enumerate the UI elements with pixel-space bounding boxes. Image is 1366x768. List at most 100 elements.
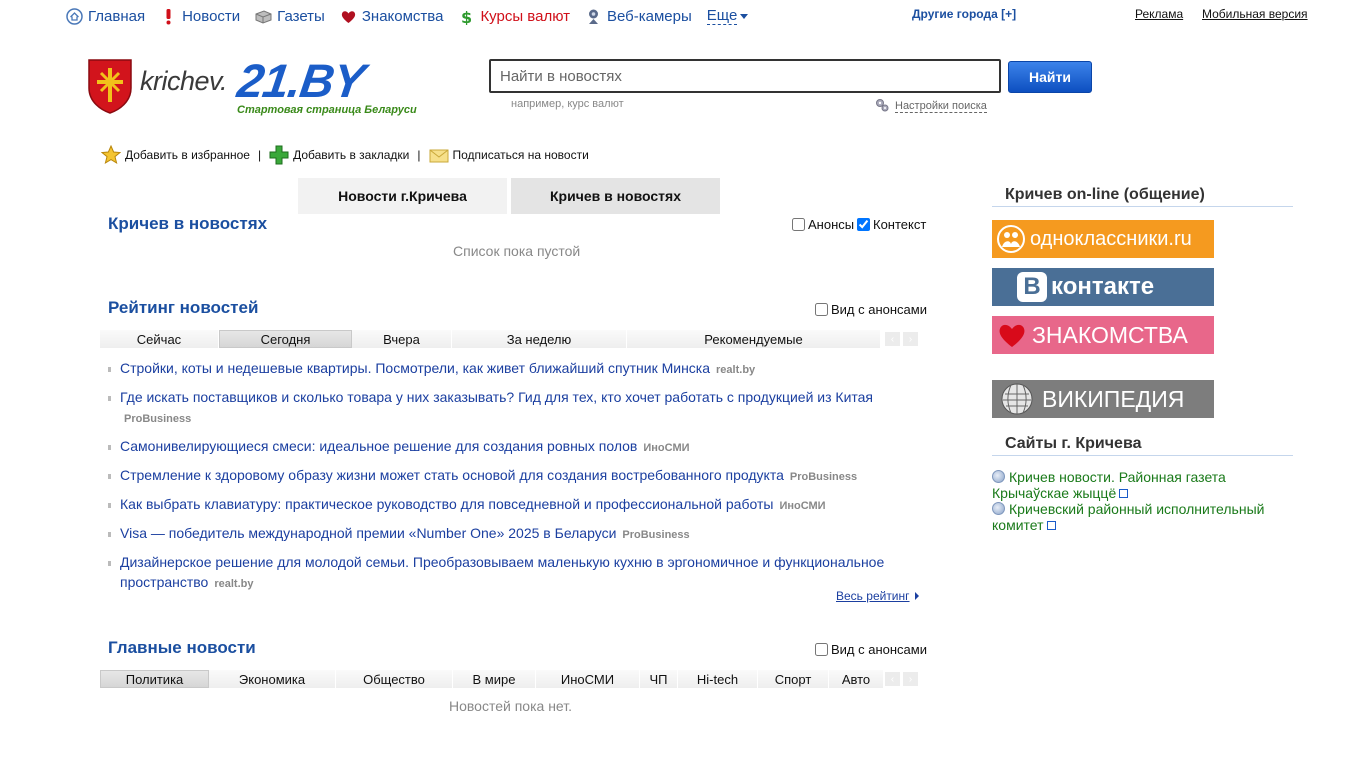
logo-brand[interactable]: 21.BY — [234, 54, 367, 107]
add-to-favorites[interactable]: Добавить в избранное — [100, 144, 250, 165]
rating-announce-label: Вид с анонсами — [831, 302, 927, 317]
all-rating-label: Весь рейтинг — [836, 589, 910, 603]
other-cities-link[interactable]: Другие города [+] — [912, 7, 1016, 21]
rating-tab-recommended[interactable]: Рекомендуемые — [627, 330, 881, 348]
tab-hitech[interactable]: Hi-tech — [678, 670, 758, 688]
list-item[interactable]: Как выбрать клавиатуру: практическое рук… — [108, 494, 908, 516]
tab-politics[interactable]: Политика — [100, 670, 209, 688]
arrow-right-icon[interactable]: › — [903, 332, 918, 346]
context-checkbox[interactable]: Контекст — [857, 217, 926, 232]
news-title[interactable]: Где искать поставщиков и сколько товара … — [120, 389, 873, 405]
wikipedia-banner[interactable]: ВИКИПЕДИЯ — [992, 380, 1214, 418]
arrow-left-icon[interactable]: ‹ — [885, 332, 900, 346]
tab-emergency[interactable]: ЧП — [640, 670, 678, 688]
subscribe-news[interactable]: Подписаться на новости — [429, 145, 589, 165]
tab-world[interactable]: В мире — [453, 670, 536, 688]
news-source: ProBusiness — [622, 529, 690, 541]
nav-currency[interactable]: $ Курсы валют — [458, 8, 570, 27]
divider: | — [417, 148, 421, 162]
divider — [992, 455, 1293, 456]
main-announce-checkbox[interactable]: Вид с анонсами — [815, 642, 927, 657]
site-link-executive-committee[interactable]: Кричевский районный исполнительный комит… — [992, 501, 1282, 533]
list-item[interactable]: Дизайнерское решение для молодой семьи. … — [108, 552, 908, 594]
list-item[interactable]: Стройки, коты и недешевые квартиры. Посм… — [108, 358, 908, 380]
exclamation-icon — [160, 8, 177, 25]
search-button[interactable]: Найти — [1008, 61, 1092, 93]
search-input[interactable] — [489, 59, 1001, 93]
news-title[interactable]: Стройки, коты и недешевые квартиры. Посм… — [120, 360, 710, 376]
news-title[interactable]: Как выбрать клавиатуру: практическое рук… — [120, 496, 773, 512]
action-bar: Добавить в избранное | Добавить в заклад… — [100, 144, 589, 165]
subscribe-news-label: Подписаться на новости — [452, 148, 589, 162]
nav-webcams[interactable]: Веб-камеры — [585, 8, 692, 25]
announce-checkbox-input[interactable] — [792, 218, 805, 231]
logo-tagline: Стартовая страница Беларуси — [237, 104, 417, 116]
tab-society[interactable]: Общество — [336, 670, 453, 688]
newspaper-icon — [255, 8, 272, 25]
announce-checkbox[interactable]: Анонсы — [792, 217, 854, 232]
top-navigation: Главная Новости Газеты Знакомства $ Курс… — [66, 6, 763, 27]
arrow-left-icon[interactable]: ‹ — [885, 672, 900, 686]
nav-webcams-label: Веб-камеры — [606, 7, 692, 25]
nav-news[interactable]: Новости — [160, 8, 240, 25]
dating-banner[interactable]: ЗНАКОМСТВА — [992, 316, 1214, 354]
list-item[interactable]: Где искать поставщиков и сколько товара … — [108, 387, 908, 429]
list-item[interactable]: Visa — победитель международной премии «… — [108, 523, 908, 545]
nav-dating[interactable]: Знакомства — [340, 7, 444, 25]
odnoklassniki-icon — [992, 220, 1030, 258]
context-checkbox-input[interactable] — [857, 218, 870, 231]
home-icon — [66, 7, 83, 25]
rating-tab-yesterday[interactable]: Вчера — [352, 330, 452, 348]
rating-tabs: Сейчас Сегодня Вчера За неделю Рекоменду… — [100, 330, 881, 348]
vkontakte-banner[interactable]: В контакте — [992, 268, 1214, 306]
search-settings-link[interactable]: Настройки поиска — [895, 100, 987, 113]
tab-sport[interactable]: Спорт — [758, 670, 829, 688]
rating-tab-now[interactable]: Сейчас — [100, 330, 219, 348]
tab-city-news[interactable]: Новости г.Кричева — [298, 178, 507, 214]
news-title[interactable]: Самонивелирующиеся смеси: идеальное реше… — [120, 438, 637, 454]
all-rating-link[interactable]: Весь рейтинг — [836, 589, 919, 603]
arrow-right-icon[interactable]: › — [903, 672, 918, 686]
mobile-version-link[interactable]: Мобильная версия — [1202, 7, 1308, 21]
rating-announce-checkbox[interactable]: Вид с анонсами — [815, 302, 927, 317]
nav-home[interactable]: Главная — [66, 8, 145, 25]
rating-tab-today[interactable]: Сегодня — [219, 330, 352, 348]
section-title-city-in-news: Кричев в новостях — [108, 214, 268, 233]
news-source: realt.by — [716, 364, 756, 376]
add-to-bookmarks[interactable]: Добавить в закладки — [269, 145, 409, 165]
search-hint: например, курс валют — [511, 98, 624, 110]
star-icon — [100, 144, 122, 165]
gears-icon — [875, 98, 889, 115]
news-title[interactable]: Visa — победитель международной премии «… — [120, 525, 616, 541]
rating-announce-input[interactable] — [815, 303, 828, 316]
dating-label: ЗНАКОМСТВА — [1032, 321, 1188, 348]
wikipedia-globe-icon — [992, 382, 1042, 416]
nav-newspapers[interactable]: Газеты — [255, 8, 325, 25]
heart-icon — [340, 8, 357, 25]
news-title[interactable]: Стремление к здоровому образу жизни може… — [120, 467, 784, 483]
add-to-favorites-label: Добавить в избранное — [125, 148, 250, 162]
list-item[interactable]: Стремление к здоровому образу жизни може… — [108, 465, 908, 487]
search-settings[interactable]: Настройки поиска — [875, 98, 987, 115]
list-item[interactable]: Самонивелирующиеся смеси: идеальное реше… — [108, 436, 908, 458]
tab-economy[interactable]: Экономика — [209, 670, 336, 688]
rating-tab-week[interactable]: За неделю — [452, 330, 627, 348]
odnoklassniki-banner[interactable]: одноклассники.ru — [992, 220, 1214, 258]
divider: | — [257, 148, 262, 162]
site-link-newspaper[interactable]: Кричев новости. Районная газета Крычаўск… — [992, 469, 1282, 501]
nav-more-dropdown[interactable]: Еще — [706, 7, 749, 25]
empty-list-message: Список пока пустой — [453, 243, 581, 259]
rating-tabs-arrows: ‹ › — [885, 332, 921, 346]
chevron-down-icon — [740, 13, 749, 19]
tab-city-in-news[interactable]: Кричев в новостях — [511, 178, 720, 214]
city-coat-of-arms-icon[interactable] — [87, 58, 133, 114]
news-tabs: Новости г.Кричева Кричев в новостях — [298, 178, 724, 214]
tab-auto[interactable]: Авто — [829, 670, 884, 688]
main-announce-input[interactable] — [815, 643, 828, 656]
site-link-label: Кричевский районный исполнительный комит… — [992, 501, 1265, 533]
tab-inosmi[interactable]: ИноСМИ — [536, 670, 640, 688]
logo-city-name[interactable]: krichev. — [140, 66, 228, 97]
news-source: ИноСМИ — [643, 442, 690, 454]
nav-dating-label: Знакомства — [361, 7, 444, 25]
ads-link[interactable]: Реклама — [1135, 7, 1183, 21]
